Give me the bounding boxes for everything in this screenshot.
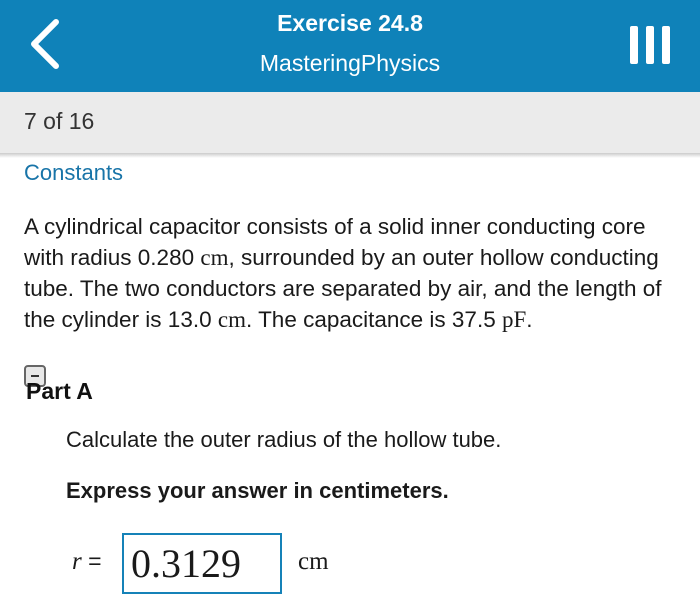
- divider: [0, 154, 700, 158]
- variable-symbol: r: [72, 548, 82, 575]
- exercise-title: Exercise 24.8: [277, 10, 423, 36]
- page-counter: 7 of 16: [24, 108, 95, 134]
- unit-cm-2: cm: [217, 307, 246, 332]
- answer-instruction: Express your answer in centimeters.: [66, 478, 449, 503]
- equals-sign: =: [81, 548, 102, 574]
- app-header: Exercise 24.8 MasteringPhysics: [0, 0, 700, 92]
- pager-bar: 7 of 16: [0, 92, 700, 154]
- problem-text-4: .: [526, 307, 533, 332]
- unit-cm-1: cm: [200, 245, 229, 270]
- answer-input[interactable]: [122, 533, 282, 594]
- app-subtitle: MasteringPhysics: [259, 50, 441, 76]
- part-question: Calculate the outer radius of the hollow…: [66, 427, 502, 452]
- part-title: Part A: [26, 378, 93, 404]
- problem-statement: A cylindrical capacitor consists of a so…: [24, 211, 674, 335]
- constants-link[interactable]: Constants: [24, 160, 123, 186]
- unit-pf: pF: [501, 307, 527, 332]
- answer-unit: cm: [298, 548, 329, 575]
- problem-text-3: . The capacitance is 37.5: [245, 307, 502, 332]
- menu-button[interactable]: [626, 22, 676, 68]
- answer-variable-label: r =: [72, 548, 102, 576]
